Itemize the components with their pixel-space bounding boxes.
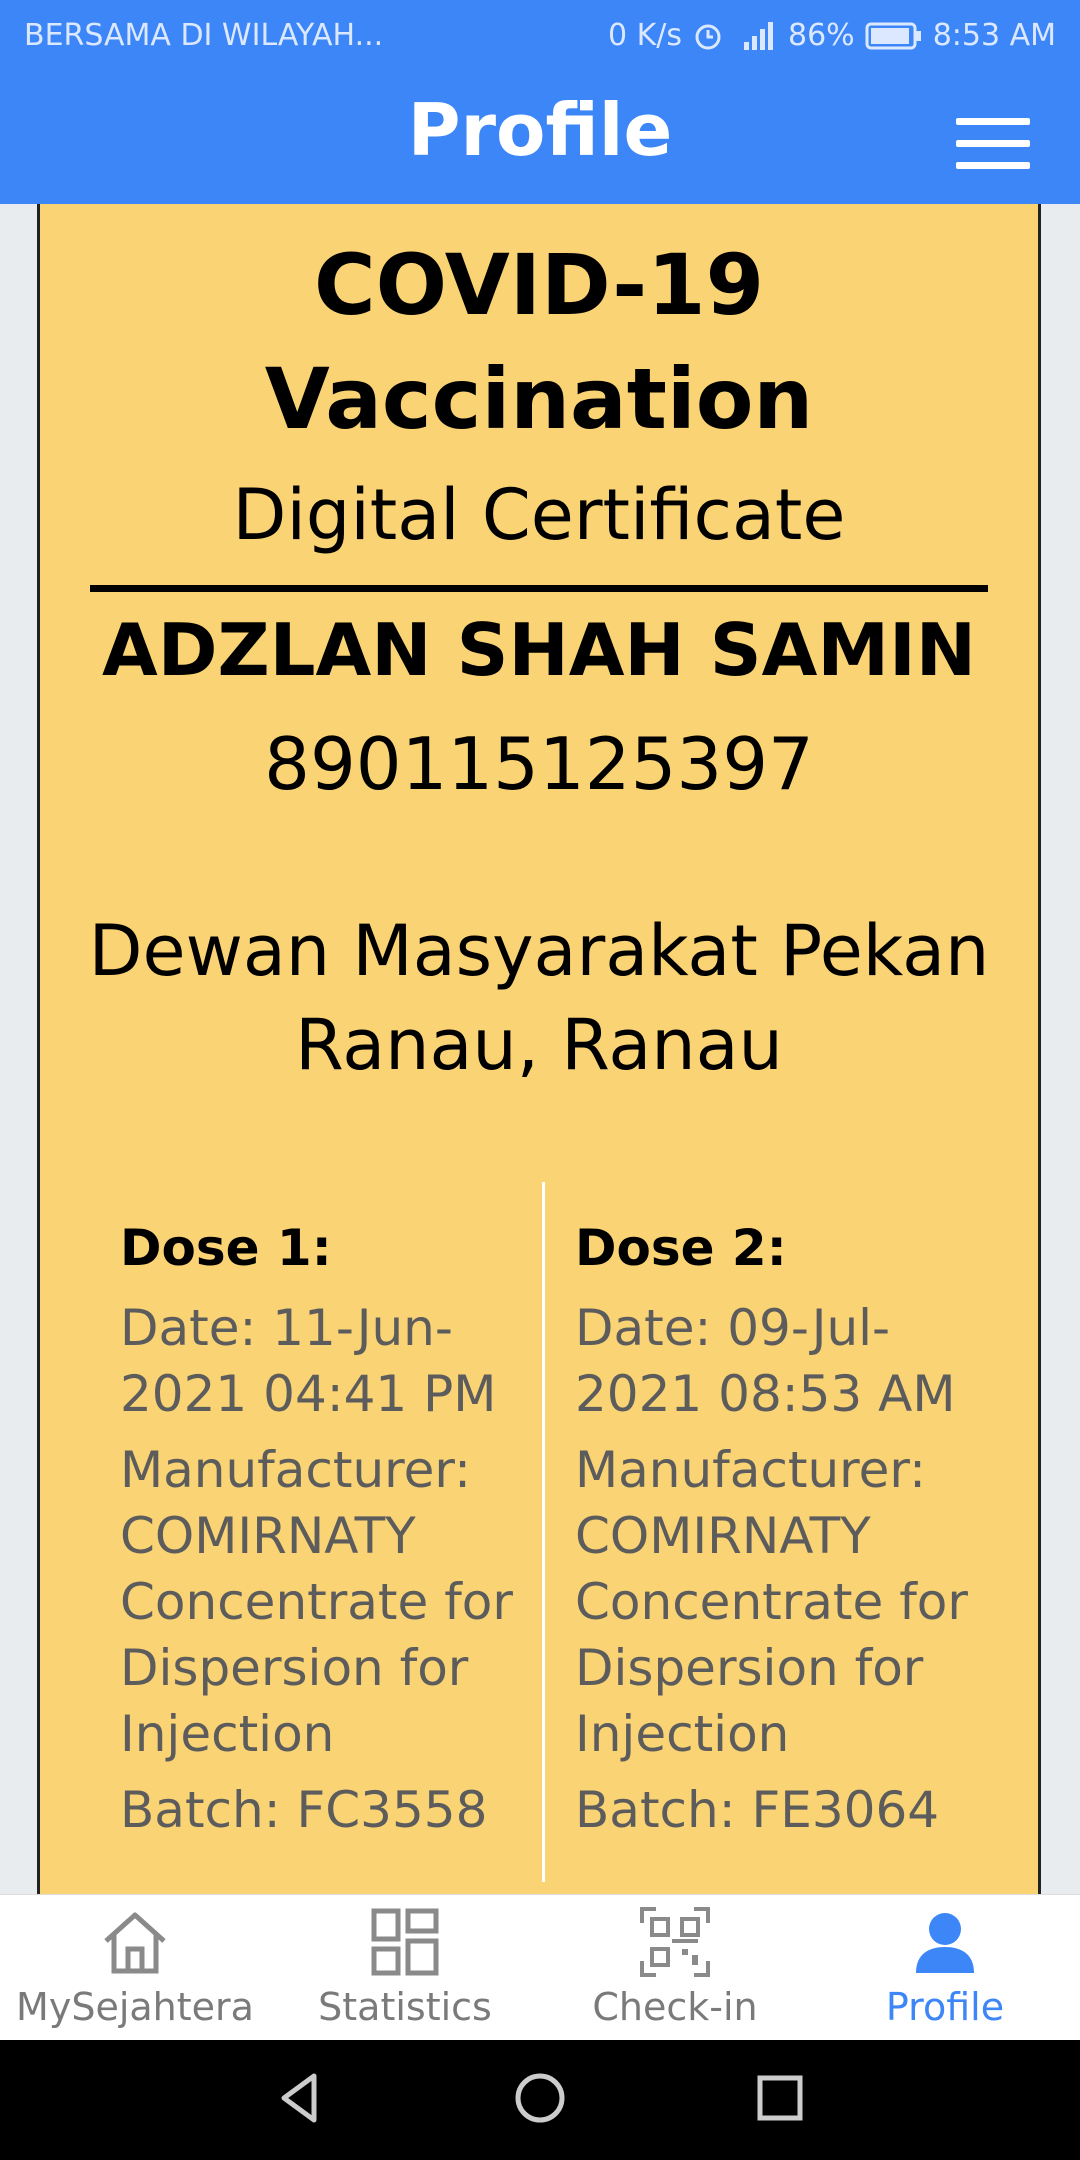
grid-icon — [371, 1908, 439, 1976]
dose-2-manufacturer-line1: COMIRNATY — [575, 1507, 871, 1565]
battery-percentage: 86% — [788, 18, 855, 53]
dose-1-manufacturer-line2: Concentrate for — [120, 1573, 513, 1631]
tab-label: MySejahtera — [16, 1985, 254, 2029]
dose-2-batch: Batch: FE3064 — [575, 1781, 940, 1839]
vaccination-location: Dewan Masyarakat Pekan Ranau, Ranau — [40, 904, 1038, 1092]
holder-name: ADZLAN SHAH SAMIN — [101, 608, 977, 692]
dose-2-manufacturer-line3: Dispersion for — [575, 1639, 924, 1697]
dose-1-manufacturer-label: Manufacturer: — [120, 1441, 471, 1499]
certificate-title-line1: COVID-19 — [313, 236, 765, 334]
network-speed: 0 K/s — [607, 18, 682, 53]
app-bar: Profile — [0, 74, 1080, 204]
dose-1-manufacturer-line1: COMIRNATY — [120, 1507, 416, 1565]
tab-check-in[interactable]: Check-in — [540, 1895, 810, 2041]
dose-2-heading: Dose 2: — [575, 1219, 787, 1277]
dose-1-details: Dose 1: Date: 11-Jun- 2021 04:41 PM Manu… — [120, 1219, 540, 1843]
tab-statistics[interactable]: Statistics — [270, 1895, 540, 2041]
dose-1-batch: Batch: FC3558 — [120, 1781, 488, 1839]
tab-label: Statistics — [318, 1985, 492, 2029]
carrier-name: BERSAMA DI WILAYAH... — [24, 18, 384, 53]
dose-2-details: Dose 2: Date: 09-Jul- 2021 08:53 AM Manu… — [575, 1219, 995, 1843]
status-bar: BERSAMA DI WILAYAH... 0 K/s 86% 8:53 AM — [0, 0, 1080, 74]
battery-icon — [865, 22, 921, 49]
recent-apps-icon[interactable] — [750, 2068, 810, 2128]
hamburger-menu-icon[interactable] — [956, 118, 1030, 170]
location-line2: Ranau, Ranau — [295, 1004, 783, 1086]
certificate-title-line2: Vaccination — [264, 350, 814, 448]
home-icon — [104, 1912, 166, 1974]
back-icon[interactable] — [270, 2068, 330, 2128]
dose-2-date-line1: Date: 09-Jul- — [575, 1299, 891, 1357]
dose-2-manufacturer-line4: Injection — [575, 1705, 790, 1763]
signal-icon — [744, 21, 773, 50]
dose-1-manufacturer-line4: Injection — [120, 1705, 335, 1763]
dose-1-manufacturer-line3: Dispersion for — [120, 1639, 469, 1697]
tab-label: Profile — [885, 1985, 1005, 2029]
location-line1: Dewan Masyarakat Pekan — [88, 910, 990, 992]
dose-2-manufacturer-label: Manufacturer: — [575, 1441, 926, 1499]
status-icons: 0 K/s 86% 8:53 AM — [608, 18, 1056, 53]
dose-1-date-line1: Date: 11-Jun- — [120, 1299, 453, 1357]
tab-mysejahtera[interactable]: MySejahtera — [0, 1895, 270, 2041]
certificate-subtitle: Digital Certificate — [232, 474, 846, 556]
dose-column-divider — [542, 1182, 545, 1882]
dose-2-manufacturer-line2: Concentrate for — [575, 1573, 968, 1631]
home-button-icon[interactable] — [510, 2068, 570, 2128]
clock: 8:53 AM — [932, 18, 1056, 53]
qr-scan-icon — [640, 1907, 710, 1977]
vaccination-certificate-card: COVID-19 Vaccination Digital Certificate… — [37, 204, 1041, 1894]
page-title: Profile — [407, 88, 673, 172]
dose-1-date-line2: 2021 04:41 PM — [120, 1365, 497, 1423]
dose-1-heading: Dose 1: — [120, 1219, 332, 1277]
bottom-tab-bar: MySejahtera Statistics Check-in Profile — [0, 1894, 1080, 2041]
holder-id-number: 890115125397 — [264, 722, 814, 806]
dose-2-date-line2: 2021 08:53 AM — [575, 1365, 956, 1423]
system-navigation-bar — [0, 2040, 1080, 2160]
divider-line — [90, 585, 988, 592]
person-icon — [916, 1913, 974, 1973]
alarm-icon — [695, 24, 721, 49]
tab-label: Check-in — [592, 1985, 758, 2029]
tab-profile[interactable]: Profile — [810, 1895, 1080, 2041]
